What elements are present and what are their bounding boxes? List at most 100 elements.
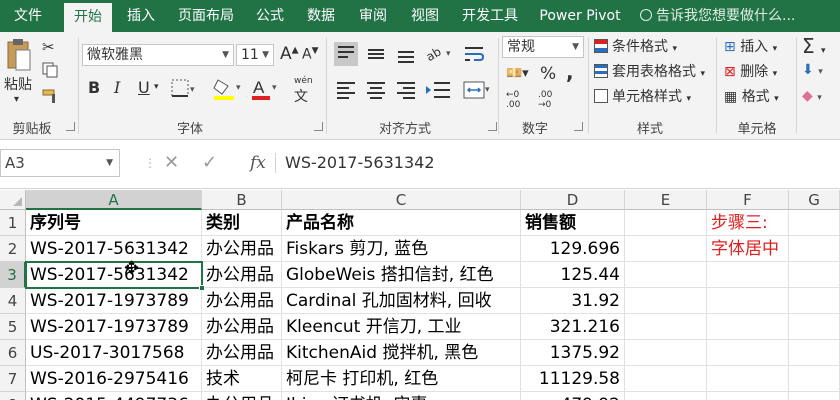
delete-cells-button[interactable]: ⊠ 删除 ▾ (724, 61, 777, 81)
cell-e5[interactable] (625, 314, 707, 340)
conditional-format-button[interactable]: 条件格式 ▾ (594, 36, 677, 56)
cell-f3[interactable] (707, 262, 789, 288)
cell-e7[interactable] (625, 366, 707, 392)
cell-f7[interactable] (707, 366, 789, 392)
row-header-1[interactable]: 1 (0, 210, 26, 236)
currency-button[interactable]: 💴▾ (506, 66, 529, 81)
row-header-6[interactable]: 6 (0, 340, 26, 366)
cell-c1[interactable]: 产品名称 (282, 210, 521, 236)
tab-review[interactable]: 审阅 (350, 0, 396, 32)
paste-label[interactable]: 粘贴 (4, 74, 32, 94)
align-center-button[interactable] (364, 78, 388, 102)
insert-function-icon[interactable]: fx (250, 149, 266, 177)
cell-b7[interactable]: 技术 (202, 366, 282, 392)
enter-check-icon[interactable]: ✓ (202, 149, 217, 177)
column-header-f[interactable]: F (707, 190, 789, 210)
row-header-3[interactable]: 3 (0, 262, 26, 288)
align-right-button[interactable] (394, 78, 418, 102)
cell-f2[interactable]: 字体居中 (707, 236, 789, 262)
cell-b6[interactable]: 办公用品 (202, 340, 282, 366)
font-launcher-icon[interactable] (314, 122, 323, 131)
column-header-c[interactable]: C (282, 190, 521, 210)
cell-d7[interactable]: 11129.58 (521, 366, 625, 392)
cut-icon[interactable]: ✂ (42, 38, 55, 56)
cell-e6[interactable] (625, 340, 707, 366)
alignment-launcher-icon[interactable] (488, 122, 497, 131)
column-header-b[interactable]: B (202, 190, 282, 210)
cell-a2[interactable]: WS-2017-5631342 (26, 236, 202, 262)
grow-font-icon[interactable]: A▲ (280, 44, 299, 64)
cell-f4[interactable] (707, 288, 789, 314)
cell-d1[interactable]: 销售额 (521, 210, 625, 236)
number-format-combo[interactable]: 常规 ▼ (502, 36, 584, 58)
cell-a1[interactable]: 序列号 (26, 210, 202, 236)
insert-cells-button[interactable]: ⊞ 插入 ▾ (724, 36, 777, 56)
align-top-button[interactable] (334, 42, 358, 66)
cell-f5[interactable] (707, 314, 789, 340)
cell-f8[interactable] (707, 392, 789, 400)
align-left-button[interactable] (334, 78, 358, 102)
column-header-a[interactable]: A (26, 190, 202, 210)
row-header-8[interactable]: 8 (0, 392, 26, 400)
underline-dropdown-icon[interactable]: ▾ (154, 82, 159, 92)
paste-dropdown-icon[interactable]: ▾ (14, 94, 19, 105)
orientation-button[interactable]: ab ▾ (424, 42, 454, 66)
cell-g8[interactable] (789, 392, 840, 400)
tab-view[interactable]: 视图 (402, 0, 448, 32)
row-header-2[interactable]: 2 (0, 236, 26, 262)
cancel-icon[interactable]: ✕ (164, 149, 179, 177)
align-bottom-button[interactable] (394, 42, 418, 66)
cell-g7[interactable] (789, 366, 840, 392)
column-header-g[interactable]: G (789, 190, 840, 210)
percent-button[interactable]: % (540, 64, 556, 84)
tab-home[interactable]: 开始 (64, 3, 112, 32)
font-size-combo[interactable]: 11 ▼ (236, 44, 274, 66)
cell-a8[interactable]: WS-2015-4497736 (26, 392, 202, 400)
italic-button[interactable]: I (114, 78, 120, 97)
cell-b4[interactable]: 办公用品 (202, 288, 282, 314)
tab-power-pivot[interactable]: Power Pivot (532, 0, 628, 32)
underline-button[interactable]: U (138, 78, 150, 97)
row-header-5[interactable]: 5 (0, 314, 26, 340)
fill-down-icon[interactable]: ⬇ ▾ (802, 62, 823, 78)
decrease-decimal-button[interactable]: .00 →0 (538, 90, 552, 110)
cell-c5[interactable]: Kleencut 开信刀, 工业 (282, 314, 521, 340)
format-cells-button[interactable]: ▦ 格式 ▾ (724, 86, 779, 106)
cell-b3[interactable]: 办公用品 (202, 262, 282, 288)
align-middle-button[interactable] (364, 42, 388, 66)
cell-g5[interactable] (789, 314, 840, 340)
cell-a7[interactable]: WS-2016-2975416 (26, 366, 202, 392)
column-header-e[interactable]: E (625, 190, 707, 210)
cell-c4[interactable]: Cardinal 孔加固材料, 回收 (282, 288, 521, 314)
column-header-d[interactable]: D (521, 190, 625, 210)
cell-c6[interactable]: KitchenAid 搅拌机, 黑色 (282, 340, 521, 366)
cell-a5[interactable]: WS-2017-1973789 (26, 314, 202, 340)
increase-decimal-button[interactable]: ←0.00 (506, 90, 520, 110)
cell-g3[interactable] (789, 262, 840, 288)
cell-b1[interactable]: 类别 (202, 210, 282, 236)
cell-b2[interactable]: 办公用品 (202, 236, 282, 262)
number-launcher-icon[interactable] (574, 122, 583, 131)
format-as-table-button[interactable]: 套用表格格式 ▾ (594, 61, 705, 81)
cell-d2[interactable]: 129.696 (521, 236, 625, 262)
cell-d3[interactable]: 125.44 (521, 262, 625, 288)
fill-color-button[interactable]: ▾ (212, 76, 244, 102)
cell-a4[interactable]: WS-2017-1973789 (26, 288, 202, 314)
worksheet-grid[interactable]: A B C D E F G 1 2 3 4 5 6 7 8 序列号 类别 产品名… (0, 190, 840, 400)
bold-button[interactable]: B (88, 78, 100, 97)
border-button[interactable]: ▾ (170, 78, 198, 100)
comma-button[interactable]: , (566, 60, 574, 84)
formula-input[interactable]: WS-2017-5631342 (285, 149, 435, 177)
row-header-7[interactable]: 7 (0, 366, 26, 392)
cell-c7[interactable]: 柯尼卡 打印机, 红色 (282, 366, 521, 392)
tab-insert[interactable]: 插入 (118, 0, 164, 32)
cell-d6[interactable]: 1375.92 (521, 340, 625, 366)
copy-icon[interactable] (42, 62, 58, 78)
tell-me-box[interactable]: 告诉我您想要做什么... (640, 0, 795, 32)
cell-c3[interactable]: GlobeWeis 搭扣信封, 红色 (282, 262, 521, 288)
cell-d4[interactable]: 31.92 (521, 288, 625, 314)
fill-handle[interactable] (199, 285, 205, 291)
tab-file[interactable]: 文件 (0, 0, 56, 32)
cell-f6[interactable] (707, 340, 789, 366)
cell-d8[interactable]: 479.92 (521, 392, 625, 400)
